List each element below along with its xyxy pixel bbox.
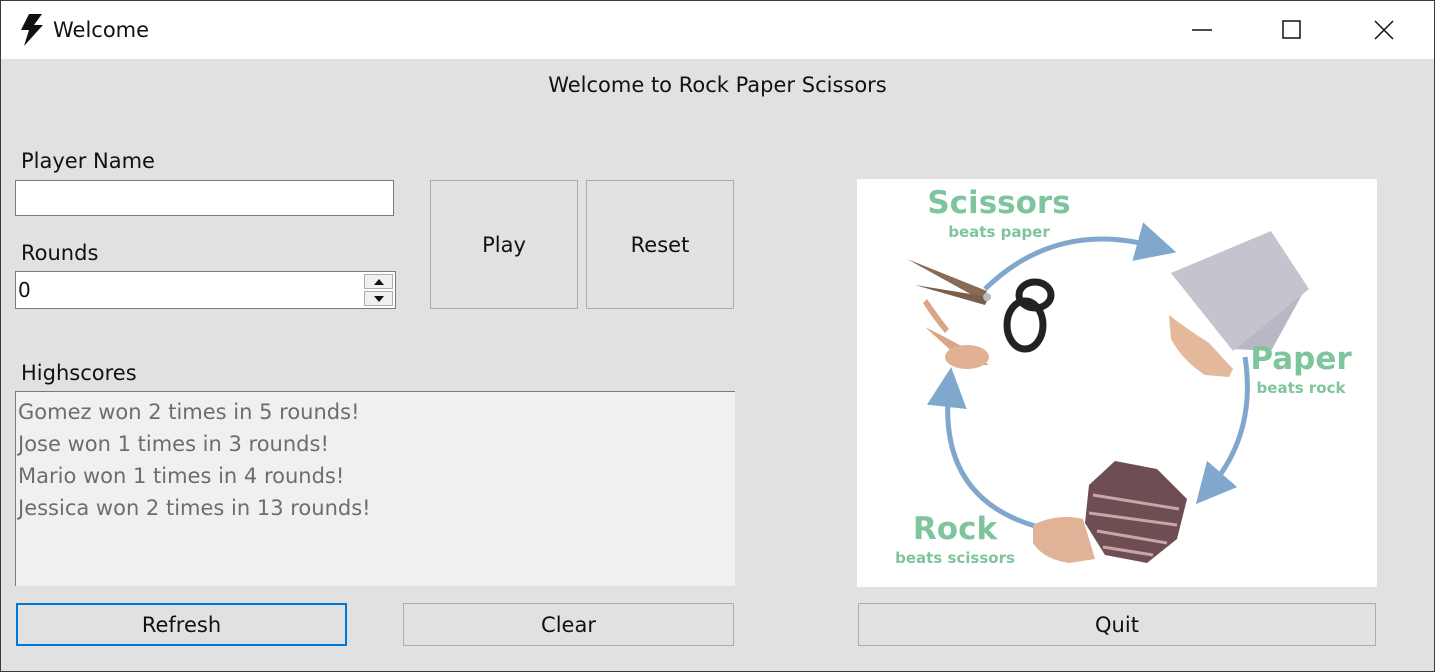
player-name-input[interactable] — [15, 180, 394, 216]
scissors-title: Scissors — [927, 185, 1070, 221]
maximize-button[interactable] — [1246, 1, 1338, 59]
quit-button[interactable]: Quit — [858, 603, 1376, 646]
window-title: Welcome — [53, 18, 150, 42]
refresh-button[interactable]: Refresh — [16, 603, 347, 646]
app-window: Welcome Welcome to Rock Paper Scissors P… — [0, 0, 1435, 672]
rounds-spinbox[interactable]: 0 — [15, 271, 396, 309]
rps-diagram-image: Scissors beats paper Paper beats rock Ro… — [857, 179, 1377, 587]
list-item[interactable]: Mario won 1 times in 4 rounds! — [18, 464, 344, 488]
rounds-label: Rounds — [21, 241, 99, 265]
rounds-decrement-button[interactable] — [364, 291, 393, 306]
list-item[interactable]: Jose won 1 times in 3 rounds! — [18, 432, 329, 456]
minimize-icon — [1192, 29, 1212, 31]
rock-icon — [1085, 461, 1187, 563]
minimize-button[interactable] — [1156, 1, 1248, 59]
arrow-scissors-to-paper — [983, 222, 1177, 291]
paper-subtitle: beats rock — [1257, 379, 1347, 397]
rounds-value: 0 — [18, 278, 31, 302]
player-name-label: Player Name — [21, 149, 155, 173]
maximize-icon — [1282, 20, 1301, 39]
close-button[interactable] — [1338, 1, 1430, 59]
lightning-bolt-icon — [21, 14, 43, 46]
scissors-subtitle: beats paper — [948, 223, 1050, 241]
hand-scissors-icon — [923, 299, 989, 369]
list-item[interactable]: Gomez won 2 times in 5 rounds! — [18, 400, 360, 424]
list-item[interactable]: Jessica won 2 times in 13 rounds! — [18, 496, 371, 520]
rock-subtitle: beats scissors — [895, 549, 1015, 567]
rock-title: Rock — [913, 511, 999, 547]
rps-diagram: Scissors beats paper Paper beats rock Ro… — [895, 185, 1352, 567]
page-heading: Welcome to Rock Paper Scissors — [548, 73, 887, 97]
highscores-label: Highscores — [21, 361, 137, 385]
arrow-up-icon — [373, 278, 384, 285]
clear-button[interactable]: Clear — [403, 603, 734, 646]
play-button[interactable]: Play — [430, 180, 578, 309]
arrow-down-icon — [373, 295, 384, 302]
reset-button[interactable]: Reset — [586, 180, 734, 309]
rounds-increment-button[interactable] — [364, 274, 393, 289]
title-bar[interactable]: Welcome — [1, 1, 1434, 59]
paper-title: Paper — [1250, 341, 1352, 377]
arrow-rock-to-scissors — [926, 367, 1036, 529]
highscores-list[interactable]: Gomez won 2 times in 5 rounds! Jose won … — [15, 391, 735, 586]
close-icon — [1374, 20, 1394, 40]
